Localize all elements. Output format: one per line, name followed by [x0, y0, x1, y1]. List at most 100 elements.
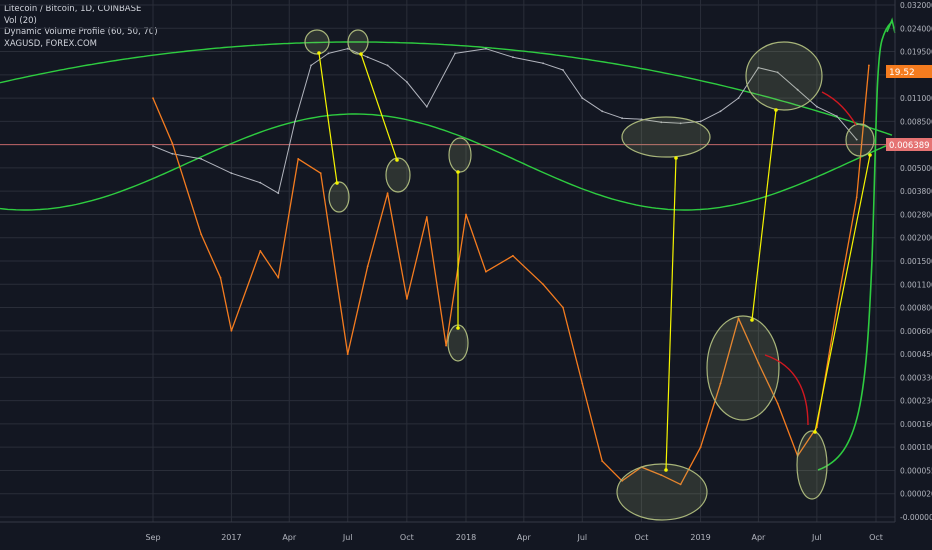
price-badges: 19.52 0.006389	[886, 65, 932, 151]
ltcbtc-point	[737, 97, 740, 99]
x-tick-label: Apr	[517, 533, 532, 542]
ltcbtc-point	[386, 64, 389, 67]
highlight-ellipse	[385, 157, 411, 193]
ltcbtc-point	[327, 52, 330, 55]
y-tick-label: 0.019500	[900, 48, 932, 57]
xagusd-point	[699, 446, 702, 449]
xagusd-point	[152, 97, 154, 99]
ltcbtc-point	[230, 172, 233, 175]
y-tick-label: 0.005000	[900, 164, 932, 173]
x-tick-label: 2017	[221, 533, 241, 542]
xagusd-point	[346, 353, 349, 355]
chart-canvas[interactable]: 0.0320000.0240000.0195000.0140000.011000…	[0, 0, 932, 550]
xagusd-point	[406, 298, 408, 300]
xagusd-point	[219, 276, 222, 279]
x-tick-label: Sep	[145, 533, 160, 542]
price-axis[interactable]: 0.0320000.0240000.0195000.0140000.011000…	[894, 0, 932, 522]
annotations-layer	[304, 29, 875, 521]
highlight-ellipse	[328, 181, 350, 213]
series-layer	[152, 47, 870, 486]
arrow-head	[335, 181, 339, 185]
highlight-ellipse	[347, 29, 369, 55]
yellow-connector-arrow	[665, 157, 677, 471]
xagusd-point	[297, 158, 300, 160]
ltcbtc-point	[601, 110, 604, 113]
arrow-head	[664, 468, 668, 472]
time-axis[interactable]: Sep 2017 Apr Jul Oct 2018 Apr Jul Oct 2019 Apr Jul O…	[0, 521, 895, 542]
ltcbtc-point	[835, 115, 838, 118]
ltcbtc-point	[346, 47, 349, 50]
y-tick-label: 0.000055	[900, 466, 932, 475]
xagusd-point	[776, 402, 779, 405]
highlight-ellipse	[616, 463, 708, 521]
y-tick-label: 0.002800	[900, 210, 932, 219]
current-value-badge: 19.52	[889, 68, 915, 78]
highlight-ellipse	[745, 41, 823, 111]
xagusd-point	[465, 213, 467, 216]
xagusd-point	[512, 254, 514, 257]
x-tick-label: Oct	[869, 533, 883, 542]
y-tick-label: 0.032000	[900, 1, 932, 10]
x-tick-label: 2018	[456, 533, 476, 542]
ltcbtc-point	[152, 145, 154, 147]
xagusd-point	[259, 250, 262, 252]
xagusd-point	[200, 233, 203, 236]
y-tick-label: 0.000100	[900, 443, 932, 452]
ltcbtc-point	[562, 69, 564, 71]
ltcbtc-point	[699, 120, 702, 123]
y-tick-label: 0.000800	[900, 304, 932, 313]
rising-green-curve	[817, 21, 893, 471]
y-tick-label: 0.000020	[900, 490, 932, 499]
highlight-ellipse	[706, 315, 780, 421]
x-tick-label: Apr	[751, 533, 766, 542]
xagusd-point	[581, 382, 584, 385]
xagusd-point	[445, 344, 447, 347]
arrow-head	[456, 170, 460, 174]
ltcbtc-point	[621, 117, 623, 120]
x-tick-label: Jul	[811, 533, 822, 542]
highlight-ellipse	[845, 123, 875, 157]
arrow-head	[774, 108, 778, 112]
ltcbtc-point	[277, 192, 280, 195]
y-tick-label: 0.000450	[900, 350, 932, 359]
xagusd-point	[425, 216, 428, 218]
arrow-head	[750, 318, 754, 322]
xagusd-point	[230, 329, 233, 332]
xagusd-point	[542, 283, 544, 286]
y-tick-label: 0.000600	[900, 327, 932, 336]
xagusd-point	[386, 192, 389, 195]
yellow-connector-arrow	[751, 109, 777, 321]
ltcbtc-point	[719, 110, 722, 113]
highlight-ellipse	[621, 116, 711, 158]
ltcbtc-point	[816, 105, 818, 108]
xagusd-point	[562, 306, 564, 309]
arrow-head	[456, 326, 460, 330]
ltcbtc-point	[366, 56, 369, 59]
y-tick-label: 0.011000	[900, 94, 932, 103]
arrow-head	[813, 430, 817, 434]
arrow-head	[395, 158, 399, 162]
ltcbtc-point	[425, 105, 428, 108]
y-tick-label: 0.001100	[900, 280, 932, 289]
y-tick-label: 0.001500	[900, 257, 932, 266]
y-tick-label: -0.000006	[900, 513, 932, 522]
ltcbtc-point	[485, 47, 487, 50]
x-tick-label: Oct	[635, 533, 649, 542]
xagusd-point	[868, 64, 870, 67]
red-arrow-upper	[821, 91, 857, 126]
arrow-head	[359, 52, 363, 56]
arrow-head	[674, 156, 678, 160]
ltcbtc-point	[581, 97, 584, 99]
highlight-ellipse	[448, 137, 472, 173]
highlight-ellipse	[796, 430, 828, 500]
x-tick-label: Oct	[400, 533, 414, 542]
yellow-connector-arrow	[318, 52, 338, 184]
ltcbtc-point	[171, 152, 174, 155]
y-tick-label: 0.000230	[900, 397, 932, 406]
x-tick-label: Apr	[282, 533, 297, 542]
ltcbtc-point	[200, 158, 203, 160]
xagusd-point	[835, 306, 838, 309]
xagusd-point	[277, 276, 280, 279]
y-tick-label: 0.003800	[900, 187, 932, 196]
y-tick-label: 0.008500	[900, 117, 932, 126]
